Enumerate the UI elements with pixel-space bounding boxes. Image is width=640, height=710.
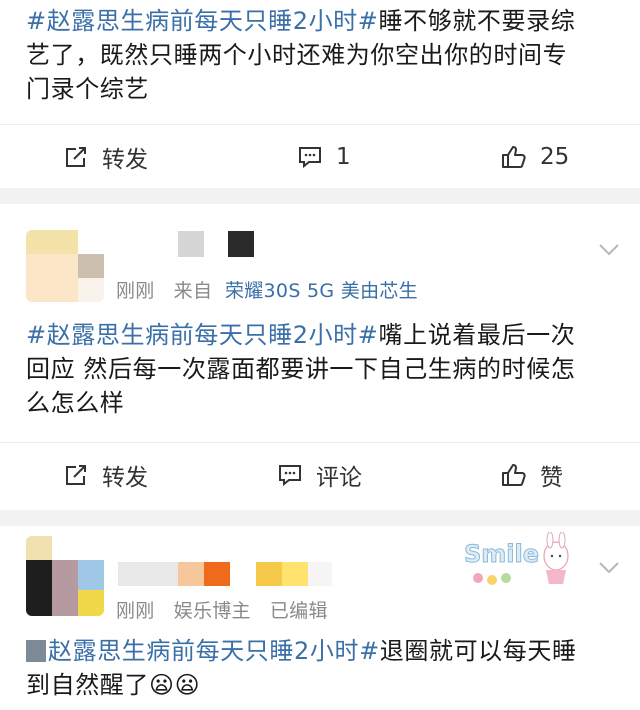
text-line: 嘴上说着最后一次 bbox=[378, 321, 576, 349]
action-bar: 转发 评论 赞 bbox=[0, 442, 640, 506]
badge-redacted bbox=[282, 562, 308, 586]
badge-redacted bbox=[256, 562, 282, 586]
like-button[interactable]: 赞 bbox=[500, 443, 563, 507]
post-card-3: Smile 刚刚 娱乐博主 已编辑 赵露思生病前每天只睡2小时#退圈就可以每天睡… bbox=[0, 526, 640, 710]
post-edited-label: 已编辑 bbox=[269, 600, 328, 622]
text-line: 门录个综艺 bbox=[26, 75, 149, 103]
repost-icon bbox=[66, 465, 86, 485]
post-source-label: 来自 bbox=[173, 280, 213, 302]
comment-button[interactable]: 评论 bbox=[276, 443, 362, 507]
text-line: 艺了，既然只睡两个小时还难为你空出你的时间专 bbox=[26, 41, 568, 69]
badge-redacted bbox=[308, 562, 332, 586]
comment-icon bbox=[299, 147, 321, 169]
chevron-down-icon[interactable] bbox=[596, 554, 622, 580]
post-device-link[interactable]: 荣耀30S 5G 美由芯生 bbox=[225, 280, 418, 302]
emoji: 😦😦 bbox=[149, 671, 201, 699]
post-card-2: 刚刚 来自 荣耀30S 5G 美由芯生 #赵露思生病前每天只睡2小时#嘴上说着最… bbox=[0, 204, 640, 510]
comment-count: 1 bbox=[336, 144, 351, 170]
like-icon bbox=[502, 464, 526, 486]
repost-label: 转发 bbox=[102, 147, 148, 173]
chevron-down-icon[interactable] bbox=[596, 236, 622, 262]
post-text: #赵露思生病前每天只睡2小时#嘴上说着最后一次 回应 然后每一次露面都要讲一下自… bbox=[26, 318, 626, 420]
repost-label: 转发 bbox=[102, 465, 148, 491]
like-button[interactable]: 25 bbox=[500, 125, 569, 189]
hashtag-link[interactable]: #赵露思生病前每天只睡2小时# bbox=[26, 321, 379, 349]
avatar[interactable] bbox=[26, 230, 104, 302]
hashtag-link[interactable]: #赵露思生病前每天只睡2小时# bbox=[26, 7, 379, 35]
post-text: 赵露思生病前每天只睡2小时#退圈就可以每天睡 bbox=[48, 634, 628, 668]
badge-redacted bbox=[178, 562, 204, 586]
like-count: 25 bbox=[540, 144, 570, 170]
badge-redacted bbox=[204, 562, 230, 586]
like-label: 赞 bbox=[540, 465, 563, 491]
text-line: 睡不够就不要录综 bbox=[378, 7, 576, 35]
username-redacted[interactable] bbox=[118, 562, 178, 586]
badge-redacted bbox=[228, 231, 254, 257]
comment-label: 评论 bbox=[316, 465, 362, 491]
comment-icon bbox=[279, 465, 301, 487]
post-meta: 刚刚 来自 荣耀30S 5G 美由芯生 bbox=[116, 276, 418, 303]
post-meta: 刚刚 娱乐博主 已编辑 bbox=[116, 596, 328, 623]
like-icon bbox=[502, 146, 526, 168]
sticker-text: Smile bbox=[464, 540, 539, 568]
post-time: 刚刚 bbox=[116, 280, 155, 302]
post-card-1: #赵露思生病前每天只睡2小时#睡不够就不要录综 艺了，既然只睡两个小时还难为你空… bbox=[0, 0, 640, 188]
post-text: #赵露思生病前每天只睡2小时#睡不够就不要录综 艺了，既然只睡两个小时还难为你空… bbox=[26, 4, 626, 106]
hashtag-link[interactable]: 赵露思生病前每天只睡2小时# bbox=[48, 637, 380, 665]
avatar[interactable] bbox=[26, 536, 104, 616]
repost-button[interactable]: 转发 bbox=[62, 125, 148, 189]
text-line: 退圈就可以每天睡 bbox=[379, 637, 577, 665]
post-text-line2: 到自然醒了😦😦 bbox=[26, 668, 626, 702]
post-time: 刚刚 bbox=[116, 600, 155, 622]
text-line: 回应 然后每一次露面都要讲一下自己生病的时候怎 bbox=[26, 355, 576, 383]
username-redacted[interactable] bbox=[178, 231, 204, 257]
text-line: 么怎么样 bbox=[26, 389, 125, 417]
action-bar: 转发 1 25 bbox=[0, 124, 640, 188]
repost-button[interactable]: 转发 bbox=[62, 443, 148, 507]
hash-redacted bbox=[26, 640, 46, 662]
text-line: 到自然醒了 bbox=[26, 671, 149, 699]
repost-icon bbox=[66, 147, 86, 167]
post-author-role: 娱乐博主 bbox=[173, 600, 251, 622]
smile-sticker: Smile bbox=[464, 532, 569, 585]
comment-button[interactable]: 1 bbox=[296, 125, 351, 189]
